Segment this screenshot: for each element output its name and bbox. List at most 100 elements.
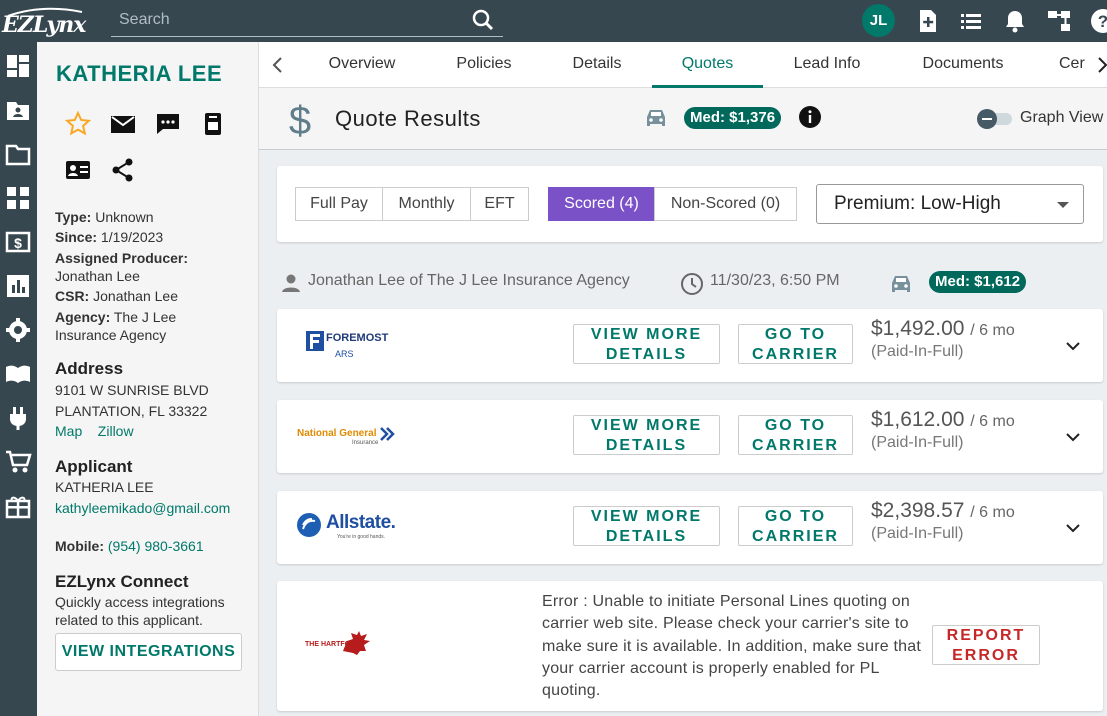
allstate-logo: Allstate. You're in good hands. bbox=[295, 511, 396, 545]
quote-timestamp: 11/30/23, 6:50 PM bbox=[710, 272, 840, 289]
bell-icon[interactable] bbox=[1001, 7, 1029, 35]
search-icon[interactable] bbox=[471, 8, 495, 37]
zillow-link[interactable]: Zillow bbox=[98, 423, 134, 439]
hartford-logo: THE HARTFORD bbox=[305, 627, 385, 663]
email-link[interactable]: kathyleemikado@gmail.com bbox=[55, 499, 241, 517]
dashboard-icon[interactable] bbox=[4, 52, 32, 80]
contact-card-icon[interactable] bbox=[65, 157, 91, 183]
svg-text:?: ? bbox=[1098, 12, 1107, 31]
quotes-main: $ Quote Results Med: $1,376 Graph View F… bbox=[259, 88, 1107, 716]
chevron-right-icon[interactable] bbox=[1097, 56, 1107, 79]
map-link[interactable]: Map bbox=[55, 423, 82, 439]
view-more-details-button[interactable]: VIEW MORE DETAILS bbox=[573, 506, 720, 546]
connect-description: Quickly access integrations related to t… bbox=[55, 594, 225, 628]
tab-policies[interactable]: Policies bbox=[431, 42, 537, 88]
filter-card: Full Pay Monthly EFT Scored (4) Non-Scor… bbox=[277, 166, 1103, 242]
go-to-carrier-button[interactable]: GO TO CARRIER bbox=[738, 506, 853, 546]
go-to-carrier-button[interactable]: GO TO CARRIER bbox=[738, 324, 853, 364]
quote-request-icon[interactable] bbox=[4, 184, 32, 212]
user-avatar[interactable]: JL bbox=[862, 4, 895, 37]
type-row: Type: Unknown bbox=[55, 209, 154, 225]
view-more-details-button[interactable]: VIEW MORE DETAILS bbox=[573, 415, 720, 455]
mobile-link[interactable]: (954) 980-3661 bbox=[108, 538, 204, 554]
graph-view-toggle[interactable] bbox=[976, 109, 1016, 129]
reports-icon[interactable] bbox=[4, 272, 32, 300]
svg-text:$: $ bbox=[14, 235, 22, 251]
foremost-logo: FOREMOST ARS bbox=[305, 329, 388, 363]
folder-icon[interactable] bbox=[4, 140, 32, 168]
applicant-panel: KATHERIA LEE Type: Unknown Since: 1/19/2… bbox=[37, 42, 259, 716]
quote-median-badge: Med: $1,612 bbox=[929, 271, 1027, 293]
search-input[interactable] bbox=[119, 9, 459, 31]
agency-row: Agency: The J Lee Insurance Agency bbox=[55, 309, 177, 343]
quote-results-title: Quote Results bbox=[335, 106, 481, 131]
address-line-1: 9101 W SUNRISE BLVD bbox=[55, 382, 209, 398]
search-box[interactable] bbox=[111, 4, 503, 37]
error-quote-card: THE HARTFORD Error : Unable to initiate … bbox=[277, 581, 1103, 711]
ezlynx-logo[interactable]: EZLynx bbox=[2, 6, 86, 38]
car-icon bbox=[643, 106, 669, 135]
book-icon[interactable] bbox=[4, 360, 32, 388]
star-icon[interactable] bbox=[64, 110, 92, 137]
error-message: Error : Unable to initiate Personal Line… bbox=[542, 593, 921, 700]
dropdown-caret-icon bbox=[1057, 202, 1069, 208]
org-chart-icon[interactable] bbox=[1045, 7, 1073, 35]
applicant-heading: Applicant bbox=[55, 457, 133, 476]
quote-payment-note: (Paid-In-Full) bbox=[871, 434, 964, 451]
help-icon[interactable]: ? bbox=[1089, 7, 1107, 35]
svg-text:$: $ bbox=[289, 99, 311, 140]
tab-lead-info[interactable]: Lead Info bbox=[772, 42, 882, 88]
chat-icon[interactable] bbox=[155, 111, 181, 137]
clock-icon bbox=[680, 272, 704, 301]
national-general-logo: National General Insurance bbox=[297, 424, 397, 450]
full-pay-filter[interactable]: Full Pay bbox=[295, 187, 383, 221]
billing-icon[interactable]: $ bbox=[4, 228, 32, 256]
chevron-down-icon[interactable] bbox=[1065, 430, 1081, 442]
graph-view-label: Graph View bbox=[1020, 109, 1104, 126]
chevron-down-icon[interactable] bbox=[1065, 521, 1081, 533]
tab-certificates[interactable]: Cer bbox=[1059, 42, 1089, 88]
quote-results-header: $ Quote Results Med: $1,376 Graph View bbox=[259, 88, 1107, 150]
view-integrations-button[interactable]: VIEW INTEGRATIONS bbox=[55, 633, 242, 671]
chevron-down-icon[interactable] bbox=[1065, 339, 1081, 351]
side-nav: $ bbox=[0, 42, 37, 716]
address-heading: Address bbox=[55, 359, 124, 378]
car-icon-small bbox=[888, 272, 914, 301]
view-more-details-button[interactable]: VIEW MORE DETAILS bbox=[573, 324, 720, 364]
plug-icon[interactable] bbox=[4, 404, 32, 432]
sms-device-icon[interactable] bbox=[200, 111, 226, 137]
median-badge: Med: $1,376 bbox=[684, 107, 782, 129]
quote-price: $1,492.00 / 6 mo bbox=[871, 317, 1015, 340]
non-scored-filter[interactable]: Non-Scored (0) bbox=[654, 187, 797, 221]
info-icon[interactable] bbox=[798, 105, 822, 134]
chevron-left-icon[interactable] bbox=[271, 56, 285, 79]
settings-icon[interactable] bbox=[4, 316, 32, 344]
email-icon[interactable] bbox=[110, 111, 136, 137]
gift-icon[interactable] bbox=[4, 492, 32, 520]
monthly-filter[interactable]: Monthly bbox=[382, 187, 471, 221]
go-to-carrier-button[interactable]: GO TO CARRIER bbox=[738, 415, 853, 455]
add-document-icon[interactable] bbox=[914, 7, 942, 35]
tab-details[interactable]: Details bbox=[543, 42, 651, 88]
cart-icon[interactable] bbox=[4, 448, 32, 476]
tab-documents[interactable]: Documents bbox=[903, 42, 1023, 88]
tab-overview[interactable]: Overview bbox=[309, 42, 415, 88]
contact-folder-icon[interactable] bbox=[4, 96, 32, 124]
eft-filter[interactable]: EFT bbox=[470, 187, 529, 221]
scored-filter[interactable]: Scored (4) bbox=[548, 187, 655, 221]
quote-price: $1,612.00 / 6 mo bbox=[871, 408, 1015, 431]
list-icon[interactable] bbox=[957, 7, 985, 35]
sort-select[interactable]: Premium: Low-High bbox=[816, 184, 1084, 224]
csr-row: CSR: Jonathan Lee bbox=[55, 288, 178, 304]
quote-price: $2,398.57 / 6 mo bbox=[871, 499, 1015, 522]
quote-card: FOREMOST ARS VIEW MORE DETAILS GO TO CAR… bbox=[277, 309, 1103, 382]
report-error-button[interactable]: REPORT ERROR bbox=[932, 625, 1040, 665]
share-icon[interactable] bbox=[110, 157, 136, 183]
quote-producer: Jonathan Lee of The J Lee Insurance Agen… bbox=[308, 272, 630, 289]
quote-payment-note: (Paid-In-Full) bbox=[871, 525, 964, 542]
dollar-icon: $ bbox=[285, 98, 315, 145]
address-line-2: PLANTATION, FL 33322 bbox=[55, 403, 208, 419]
tab-quotes[interactable]: Quotes bbox=[652, 42, 763, 88]
quote-payment-note: (Paid-In-Full) bbox=[871, 343, 964, 360]
since-row: Since: 1/19/2023 bbox=[55, 229, 164, 245]
